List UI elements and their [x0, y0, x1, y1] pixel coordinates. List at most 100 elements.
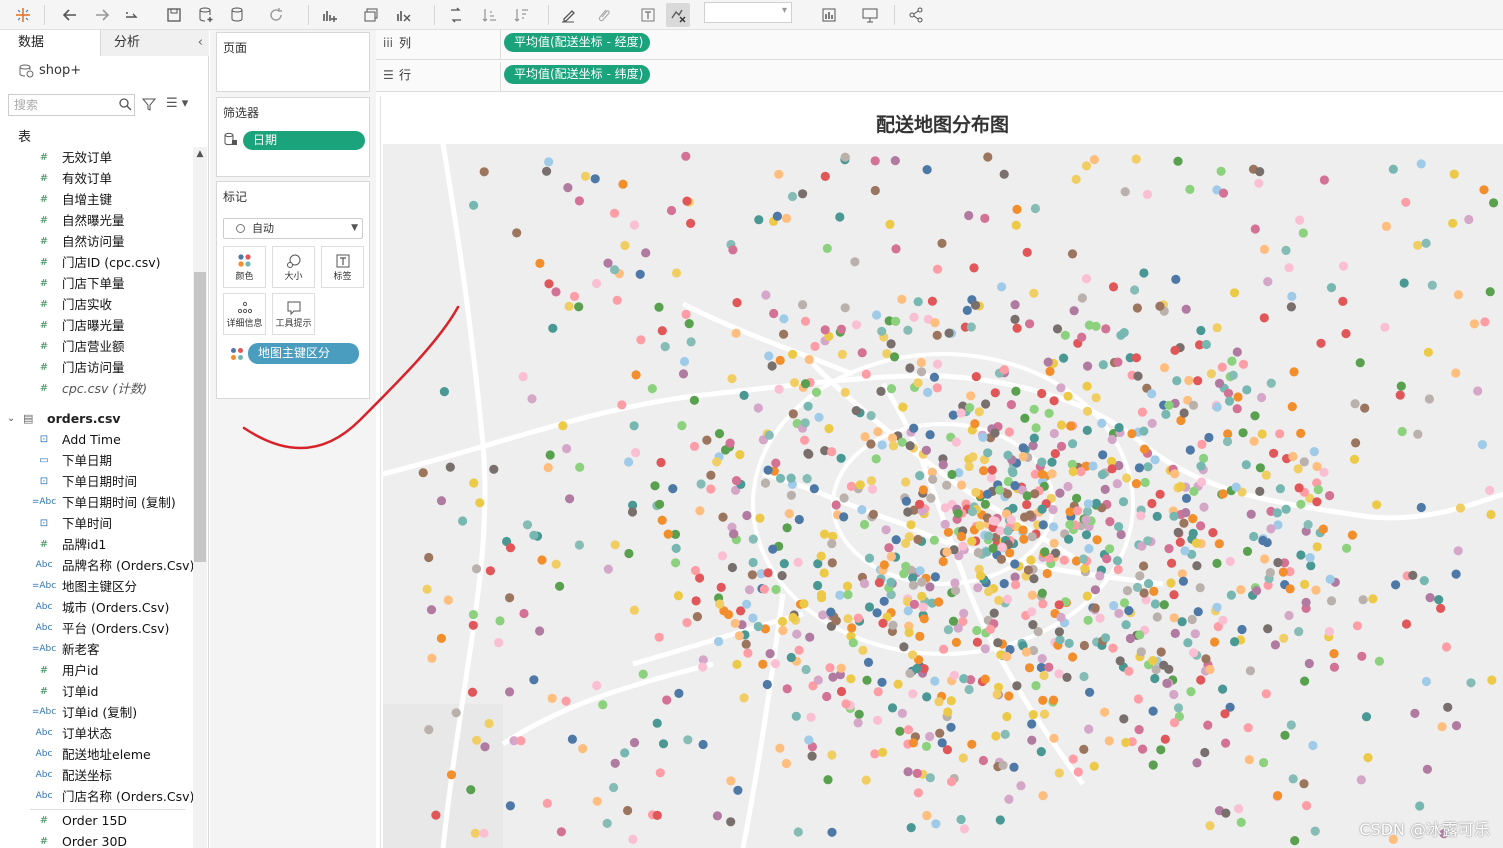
- field-item[interactable]: =Abc 下单日期时间 (复制): [0, 492, 193, 513]
- field-item[interactable]: # 门店曝光量: [0, 315, 193, 336]
- scatter-point: [959, 608, 969, 618]
- scatter-point: [696, 479, 706, 489]
- filter-pill-date[interactable]: 日期: [243, 131, 365, 150]
- view-options-icon[interactable]: ☰ ▾: [166, 96, 188, 111]
- collapse-pane-icon[interactable]: ‹: [198, 30, 203, 56]
- color-pill-map-key[interactable]: 地图主键区分: [248, 343, 359, 364]
- redo-icon[interactable]: [90, 3, 114, 27]
- tableau-logo-icon[interactable]: [11, 3, 35, 27]
- scatter-point: [881, 525, 891, 535]
- sort-desc-icon[interactable]: [510, 3, 534, 27]
- fit-dropdown[interactable]: [704, 2, 792, 23]
- filters-card[interactable]: 筛选器 日期: [216, 97, 370, 177]
- columns-pill-longitude[interactable]: 平均值(配送坐标 - 经度): [504, 33, 650, 52]
- field-item[interactable]: Abc 订单状态: [0, 723, 193, 744]
- scatter-point: [436, 496, 447, 506]
- pages-card[interactable]: 页面: [216, 32, 370, 92]
- field-item[interactable]: # Order 30D: [0, 831, 193, 848]
- field-item[interactable]: # 自然访问量: [0, 231, 193, 252]
- field-item[interactable]: # 自增主键: [0, 189, 193, 210]
- tab-analysis[interactable]: 分析 ‹: [100, 30, 209, 56]
- replay-icon[interactable]: [120, 3, 144, 27]
- scatter-point: [657, 326, 667, 336]
- field-item[interactable]: ⊡ 下单时间: [0, 513, 193, 534]
- scroll-thumb[interactable]: [194, 272, 206, 562]
- mark-type-select[interactable]: 自动 ▼: [223, 218, 363, 239]
- save-icon[interactable]: [162, 3, 186, 27]
- table-orders-csv[interactable]: ⌄ ▤ orders.csv: [0, 408, 193, 429]
- undo-icon[interactable]: [58, 3, 82, 27]
- size-button[interactable]: 大小: [272, 246, 315, 288]
- field-item[interactable]: Abc 品牌名称 (Orders.Csv): [0, 555, 195, 576]
- field-item[interactable]: # 无效订单: [0, 147, 193, 168]
- field-item[interactable]: ⊡ 下单日期时间: [0, 471, 193, 492]
- field-item[interactable]: # 门店ID (cpc.csv): [0, 252, 193, 273]
- label-icon[interactable]: [636, 3, 660, 27]
- field-item[interactable]: =Abc 新老客: [0, 639, 193, 660]
- clear-icon[interactable]: [392, 3, 416, 27]
- scatter-point: [1065, 520, 1075, 530]
- datasource-item[interactable]: shop+: [18, 60, 81, 82]
- pause-icon[interactable]: [226, 3, 250, 27]
- refresh-icon[interactable]: [264, 3, 288, 27]
- field-item[interactable]: # 自然曝光量: [0, 210, 193, 231]
- field-item[interactable]: ⊡ Add Time: [0, 429, 193, 450]
- field-item[interactable]: Abc 配送坐标: [0, 765, 193, 786]
- scatter-point: [1300, 676, 1310, 686]
- tooltip-button[interactable]: 工具提示: [272, 293, 315, 335]
- field-search-input[interactable]: [8, 94, 135, 116]
- group-icon[interactable]: [592, 3, 616, 27]
- scatter-point: [1127, 429, 1137, 439]
- field-item[interactable]: ▭ 下单日期: [0, 450, 193, 471]
- detail-button[interactable]: 详细信息: [223, 293, 266, 335]
- field-item[interactable]: =Abc 地图主键区分: [0, 576, 193, 597]
- field-item[interactable]: # 门店访问量: [0, 357, 193, 378]
- field-list-scrollbar[interactable]: ▲: [193, 147, 207, 848]
- scatter-point: [1280, 730, 1290, 740]
- columns-shelf[interactable]: iii 列 平均值(配送坐标 - 经度): [376, 30, 1503, 60]
- field-item[interactable]: # 订单id: [0, 681, 193, 702]
- field-item[interactable]: # Order 15D: [0, 810, 193, 831]
- expand-arrow-icon[interactable]: ⌄: [7, 408, 15, 429]
- tab-data[interactable]: 数据: [0, 30, 100, 56]
- label-button[interactable]: 标签: [321, 246, 364, 288]
- fix-axes-icon[interactable]: [666, 3, 690, 27]
- field-item[interactable]: # 有效订单: [0, 168, 193, 189]
- rows-shelf[interactable]: ☰ 行 平均值(配送坐标 - 纬度): [376, 62, 1503, 92]
- scatter-point: [1181, 493, 1192, 503]
- field-item[interactable]: # 门店营业额: [0, 336, 193, 357]
- swap-icon[interactable]: [444, 3, 468, 27]
- field-item[interactable]: Abc 配送地址eleme: [0, 744, 193, 765]
- sort-asc-icon[interactable]: [478, 3, 502, 27]
- filter-icon[interactable]: [142, 97, 156, 111]
- field-item[interactable]: Abc 城市 (Orders.Csv): [0, 597, 193, 618]
- scatter-point: [997, 542, 1007, 552]
- field-item[interactable]: Abc 门店名称 (Orders.Csv): [0, 786, 195, 807]
- field-item[interactable]: # 门店实收: [0, 294, 193, 315]
- show-me-icon[interactable]: [818, 3, 842, 27]
- map-canvas[interactable]: CSDN @冰露可乐: [383, 144, 1503, 848]
- color-button[interactable]: 颜色: [223, 246, 266, 288]
- scroll-up-icon[interactable]: ▲: [193, 147, 207, 161]
- duplicate-icon[interactable]: [359, 3, 383, 27]
- scatter-point: [857, 348, 867, 358]
- presentation-icon[interactable]: [858, 3, 882, 27]
- marks-card[interactable]: 标记 自动 ▼ 颜色 大小 标签 详细信息 工具提示 地图主键区分: [216, 181, 370, 399]
- map-scatter-plot[interactable]: [383, 144, 1503, 848]
- field-item[interactable]: =Abc 订单id (复制): [0, 702, 193, 723]
- scatter-point: [479, 828, 489, 838]
- field-item[interactable]: # 品牌id1: [0, 534, 193, 555]
- new-datasource-icon[interactable]: [194, 3, 218, 27]
- field-item[interactable]: # 用户id: [0, 660, 193, 681]
- scatter-point: [824, 424, 834, 434]
- share-icon[interactable]: [904, 3, 928, 27]
- highlight-icon[interactable]: [556, 3, 580, 27]
- rows-pill-latitude[interactable]: 平均值(配送坐标 - 纬度): [504, 65, 650, 84]
- scatter-point: [1027, 735, 1037, 745]
- scatter-point: [807, 751, 817, 761]
- search-icon[interactable]: [118, 97, 132, 111]
- new-worksheet-icon[interactable]: [318, 3, 342, 27]
- field-item[interactable]: # cpc.csv (计数): [0, 378, 193, 399]
- field-item[interactable]: # 门店下单量: [0, 273, 193, 294]
- field-item[interactable]: Abc 平台 (Orders.Csv): [0, 618, 193, 639]
